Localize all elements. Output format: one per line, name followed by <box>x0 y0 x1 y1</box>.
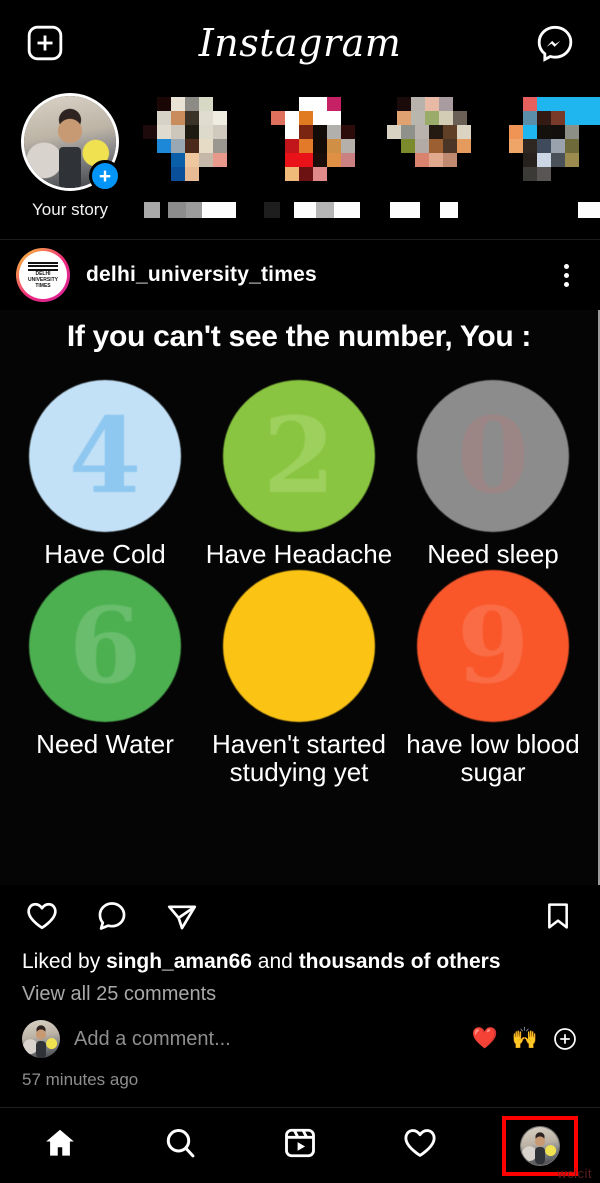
your-story-ring[interactable]: + <box>21 93 121 192</box>
comment-icon[interactable] <box>92 896 132 936</box>
pixelated-story-label <box>384 202 488 218</box>
comment-input[interactable]: Add a comment... <box>74 1028 458 1051</box>
pixelated-story-label <box>140 202 244 218</box>
avatar <box>22 1020 60 1059</box>
post-author-avatar-ring[interactable]: DELHI UNIVERSITY TIMES <box>16 248 70 302</box>
home-icon <box>42 1125 78 1166</box>
color-circle: 4 <box>29 380 181 532</box>
story-item-censored[interactable] <box>140 93 244 218</box>
pixelated-story-thumbnail <box>265 93 363 191</box>
circle-number: 2 <box>262 394 336 517</box>
nav-search[interactable] <box>145 1117 215 1175</box>
circle-item: Haven't started studying yet <box>202 570 396 786</box>
raised-hands-emoji[interactable]: 🙌 <box>512 1027 538 1051</box>
messenger-icon[interactable] <box>532 20 578 66</box>
story-item-censored[interactable] <box>506 93 600 218</box>
heart-icon[interactable] <box>22 896 62 936</box>
circle-label: Have Headache <box>205 539 393 569</box>
avatar: DELHI UNIVERSITY TIMES <box>19 251 67 299</box>
pixelated-story-thumbnail <box>509 93 600 191</box>
post-username[interactable]: delhi_university_times <box>86 263 532 287</box>
heart-emoji[interactable]: ❤️ <box>472 1027 498 1051</box>
circle-number: 0 <box>456 394 530 517</box>
nav-reels[interactable] <box>265 1117 335 1175</box>
circle-label: Have Cold <box>44 539 166 569</box>
plus-circle-icon[interactable] <box>552 1026 578 1052</box>
likes-prefix: Liked by <box>22 950 107 973</box>
search-icon <box>162 1125 198 1166</box>
add-story-badge[interactable]: + <box>89 160 121 192</box>
post-image-title: If you can't see the number, You : <box>66 320 532 353</box>
color-circle: 0 <box>417 380 569 532</box>
color-circle: 6 <box>29 570 181 723</box>
circle-number: 4 <box>68 394 142 517</box>
view-all-comments-link[interactable]: View all 25 comments <box>0 977 600 1006</box>
circle-number: 6 <box>68 584 142 708</box>
likes-username[interactable]: singh_aman66 <box>106 950 252 973</box>
profile-avatar[interactable] <box>520 1125 560 1166</box>
avatar-photo <box>22 1020 60 1059</box>
more-options-icon[interactable] <box>548 257 584 293</box>
nav-home[interactable] <box>25 1117 95 1175</box>
circle-label: Need Water <box>36 729 174 760</box>
story-label: Your story <box>32 200 108 219</box>
plus-square-icon[interactable] <box>22 20 68 66</box>
likes-others[interactable]: thousands of others <box>299 950 501 973</box>
heart-icon <box>402 1125 438 1166</box>
reels-icon <box>282 1125 318 1166</box>
likes-middle: and <box>251 950 299 973</box>
pixelated-story-label <box>262 202 366 218</box>
logo-line-3: TIMES <box>35 282 51 289</box>
color-circle <box>223 570 375 723</box>
post-image[interactable]: If you can't see the number, You : 4 Hav… <box>0 310 600 885</box>
share-icon[interactable] <box>162 896 202 936</box>
instagram-logo: Instagram <box>198 20 402 65</box>
pixelated-story-thumbnail <box>387 93 485 191</box>
circle-item: 6 Need Water <box>8 570 202 786</box>
color-circle: 2 <box>223 380 375 532</box>
pixelated-story-label <box>506 202 600 218</box>
color-circle: 9 <box>417 570 569 723</box>
add-comment-row[interactable]: Add a comment... ❤️ 🙌 <box>0 1006 600 1059</box>
circle-label: Haven't started studying yet <box>211 729 387 787</box>
story-item-censored[interactable] <box>384 93 488 218</box>
post-actions <box>0 885 600 947</box>
nav-activity[interactable] <box>385 1117 455 1175</box>
circle-label: Need sleep <box>427 539 559 569</box>
avatar-photo <box>521 1126 559 1165</box>
bottom-navigation: wcicit <box>0 1107 600 1183</box>
circle-label: have low blood sugar <box>406 729 580 787</box>
watermark-text: wcicit <box>557 1166 592 1181</box>
bookmark-icon[interactable] <box>538 896 578 936</box>
circle-item: 9 have low blood sugar <box>396 570 590 786</box>
circle-item: 0 Need sleep <box>396 380 590 568</box>
number-circles-grid: 4 Have Cold 2 Have Headache 0 Need sleep… <box>0 354 598 786</box>
story-item-censored[interactable] <box>262 93 366 218</box>
circle-item: 4 Have Cold <box>8 380 202 568</box>
post-header: DELHI UNIVERSITY TIMES delhi_university_… <box>0 240 600 310</box>
app-header: Instagram <box>0 0 600 85</box>
story-your-story[interactable]: + Your story <box>18 93 122 220</box>
stories-tray[interactable]: + Your story <box>0 85 600 240</box>
delhi-university-times-logo: DELHI UNIVERSITY TIMES <box>27 260 58 289</box>
post-timestamp: 57 minutes ago <box>22 1070 139 1090</box>
likes-summary: Liked by singh_aman66 and thousands of o… <box>0 947 600 977</box>
circle-number: 9 <box>456 584 530 708</box>
circle-item: 2 Have Headache <box>202 380 396 568</box>
pixelated-story-thumbnail <box>143 93 241 191</box>
